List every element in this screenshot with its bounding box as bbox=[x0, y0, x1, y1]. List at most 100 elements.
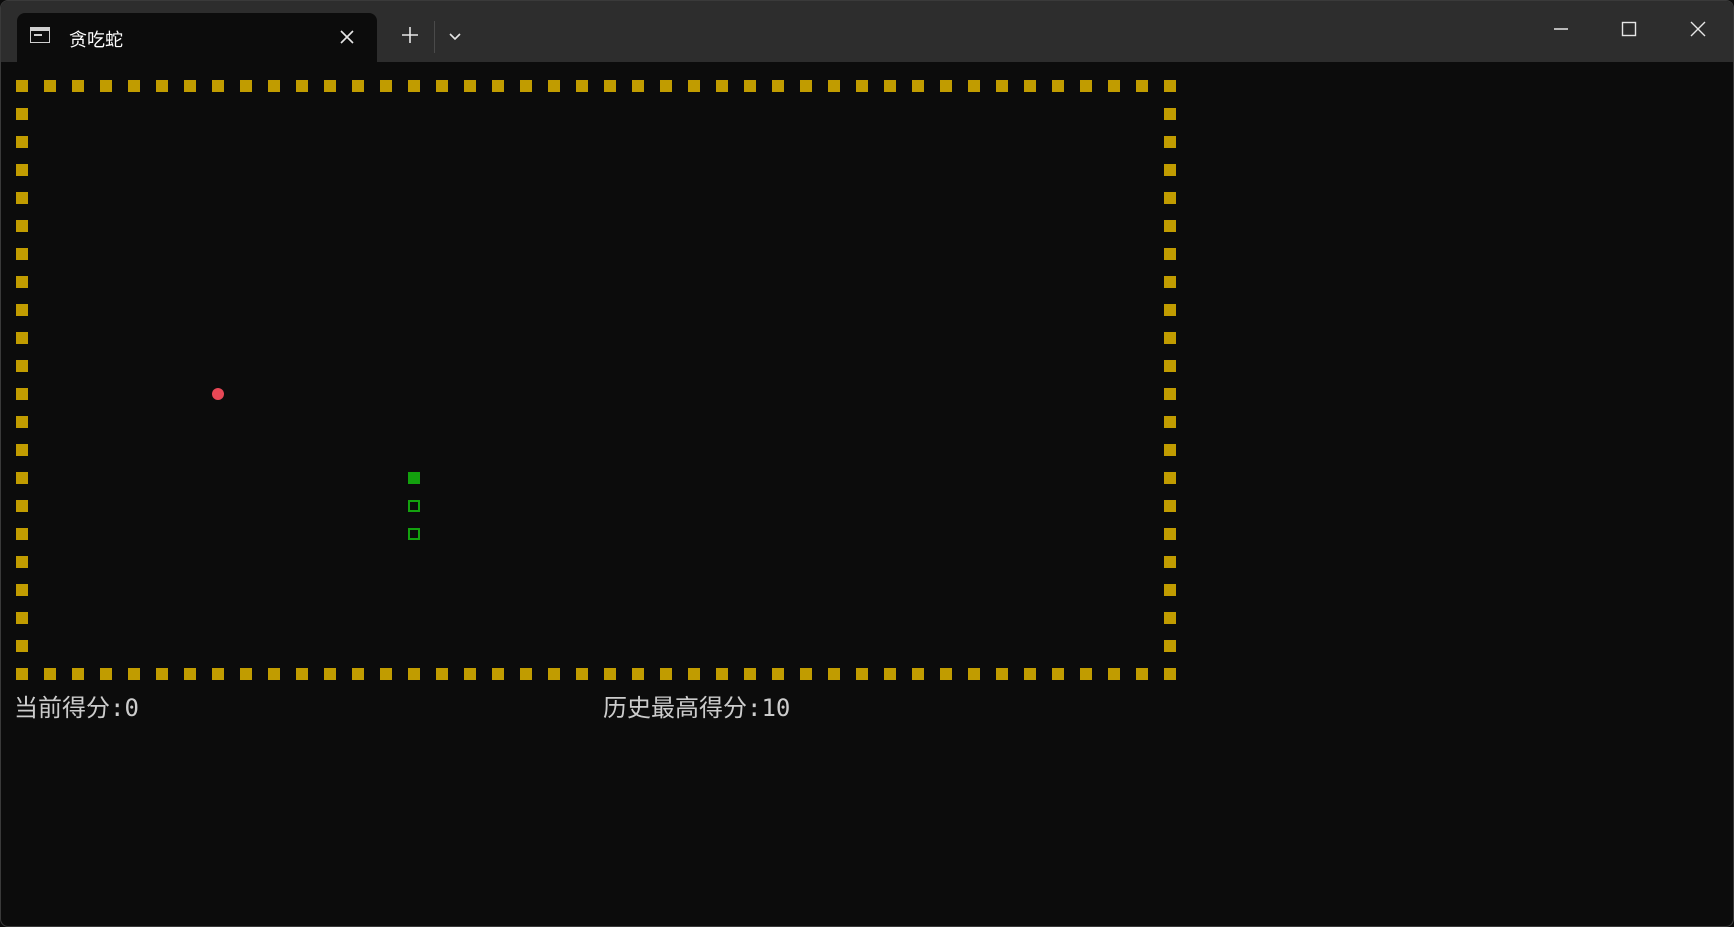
wall-block bbox=[1164, 304, 1176, 316]
wall-block bbox=[296, 80, 308, 92]
wall-block bbox=[1164, 192, 1176, 204]
minimize-icon[interactable] bbox=[1547, 15, 1575, 43]
wall-block bbox=[940, 668, 952, 680]
high-score: 历史最高得分:10 bbox=[603, 694, 791, 722]
maximize-icon[interactable] bbox=[1615, 15, 1643, 43]
wall-block bbox=[1164, 220, 1176, 232]
wall-block bbox=[856, 80, 868, 92]
wall-block bbox=[100, 80, 112, 92]
food bbox=[212, 388, 224, 400]
wall-block bbox=[464, 80, 476, 92]
wall-block bbox=[996, 668, 1008, 680]
wall-block bbox=[1164, 332, 1176, 344]
tab-separator bbox=[434, 21, 435, 53]
wall-block bbox=[1024, 668, 1036, 680]
tab-title: 贪吃蛇 bbox=[69, 30, 123, 51]
wall-block bbox=[856, 668, 868, 680]
wall-block bbox=[800, 80, 812, 92]
terminal-window: 贪吃蛇 当前得分:0 历史最高得分:10 bbox=[0, 0, 1734, 927]
wall-block bbox=[240, 668, 252, 680]
wall-block bbox=[940, 80, 952, 92]
wall-block bbox=[16, 668, 28, 680]
wall-block bbox=[1164, 108, 1176, 120]
wall-block bbox=[16, 192, 28, 204]
game-board bbox=[16, 80, 1176, 680]
wall-block bbox=[296, 668, 308, 680]
wall-block bbox=[16, 556, 28, 568]
wall-block bbox=[128, 668, 140, 680]
wall-block bbox=[1164, 640, 1176, 652]
wall-block bbox=[1052, 80, 1064, 92]
wall-block bbox=[1080, 668, 1092, 680]
wall-block bbox=[16, 388, 28, 400]
wall-block bbox=[996, 80, 1008, 92]
wall-block bbox=[688, 80, 700, 92]
wall-block bbox=[408, 80, 420, 92]
wall-block bbox=[1164, 556, 1176, 568]
title-bar[interactable]: 贪吃蛇 bbox=[1, 1, 1733, 62]
wall-block bbox=[1164, 444, 1176, 456]
wall-block bbox=[16, 640, 28, 652]
wall-block bbox=[772, 668, 784, 680]
tab-snake-game[interactable]: 贪吃蛇 bbox=[17, 13, 377, 62]
wall-block bbox=[16, 164, 28, 176]
wall-block bbox=[16, 360, 28, 372]
wall-block bbox=[884, 80, 896, 92]
wall-block bbox=[520, 668, 532, 680]
wall-block bbox=[968, 668, 980, 680]
wall-block bbox=[828, 80, 840, 92]
wall-block bbox=[520, 80, 532, 92]
wall-block bbox=[44, 80, 56, 92]
wall-block bbox=[1108, 80, 1120, 92]
wall-block bbox=[1164, 500, 1176, 512]
chevron-down-icon[interactable] bbox=[443, 25, 467, 49]
wall-block bbox=[464, 668, 476, 680]
wall-block bbox=[632, 668, 644, 680]
close-icon[interactable] bbox=[335, 25, 359, 49]
wall-block bbox=[548, 80, 560, 92]
snake-body-segment bbox=[408, 500, 420, 512]
wall-block bbox=[1164, 584, 1176, 596]
wall-block bbox=[16, 500, 28, 512]
wall-block bbox=[1164, 360, 1176, 372]
wall-block bbox=[16, 444, 28, 456]
wall-block bbox=[716, 80, 728, 92]
wall-block bbox=[492, 80, 504, 92]
wall-block bbox=[436, 80, 448, 92]
wall-block bbox=[184, 80, 196, 92]
wall-block bbox=[72, 80, 84, 92]
wall-block bbox=[1024, 80, 1036, 92]
wall-block bbox=[268, 668, 280, 680]
wall-block bbox=[184, 668, 196, 680]
wall-block bbox=[1164, 668, 1176, 680]
wall-block bbox=[912, 668, 924, 680]
close-icon[interactable] bbox=[1684, 15, 1712, 43]
wall-block bbox=[1164, 248, 1176, 260]
wall-block bbox=[16, 80, 28, 92]
wall-block bbox=[576, 668, 588, 680]
wall-block bbox=[16, 248, 28, 260]
wall-block bbox=[1136, 80, 1148, 92]
plus-icon[interactable] bbox=[398, 23, 422, 47]
wall-block bbox=[16, 416, 28, 428]
wall-block bbox=[156, 80, 168, 92]
wall-block bbox=[1164, 80, 1176, 92]
wall-block bbox=[436, 668, 448, 680]
wall-block bbox=[324, 80, 336, 92]
wall-block bbox=[1164, 164, 1176, 176]
wall-block bbox=[380, 668, 392, 680]
wall-block bbox=[492, 668, 504, 680]
wall-block bbox=[212, 80, 224, 92]
wall-block bbox=[1108, 668, 1120, 680]
wall-block bbox=[1164, 136, 1176, 148]
wall-block bbox=[1164, 472, 1176, 484]
wall-block bbox=[884, 668, 896, 680]
wall-block bbox=[16, 220, 28, 232]
wall-block bbox=[380, 80, 392, 92]
wall-block bbox=[604, 668, 616, 680]
wall-block bbox=[548, 668, 560, 680]
wall-block bbox=[716, 668, 728, 680]
wall-block bbox=[604, 80, 616, 92]
wall-block bbox=[1164, 416, 1176, 428]
wall-block bbox=[1164, 276, 1176, 288]
